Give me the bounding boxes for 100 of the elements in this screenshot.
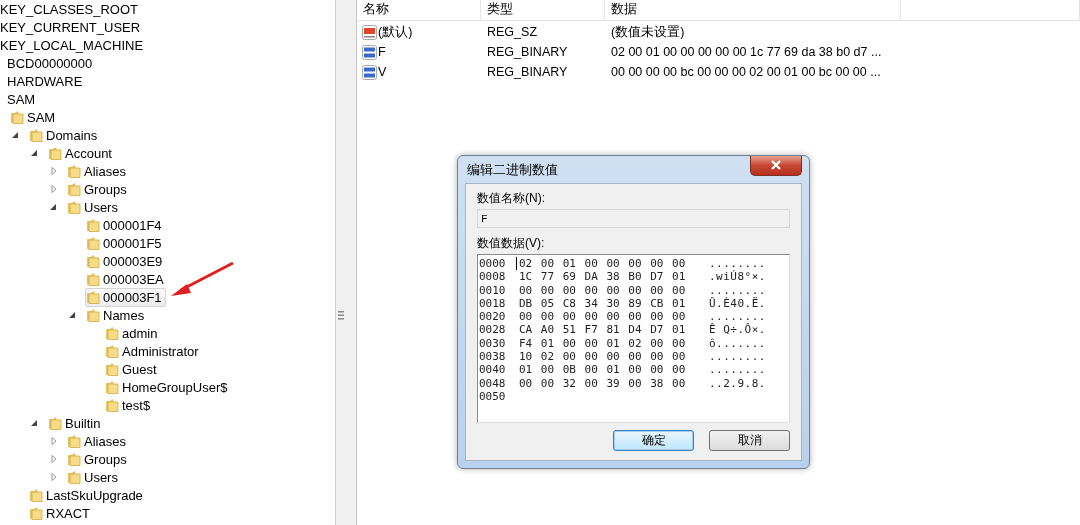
hex-ascii: ........ — [709, 257, 766, 270]
folder-icon — [86, 290, 100, 304]
hex-bytes: DB 05 C8 34 30 89 CB 01 — [519, 296, 687, 311]
tree-item[interactable]: 000003F1 — [85, 287, 166, 307]
hex-bytes: 01 00 0B 00 01 00 00 00 — [519, 363, 687, 377]
tree-item[interactable]: KEY_CLASSES_ROOT — [0, 1, 138, 17]
hex-address: 0020 — [479, 310, 507, 324]
hex-editor[interactable] — [477, 254, 790, 423]
value-name[interactable]: (默认) — [378, 23, 413, 41]
tree-item[interactable]: RXACT — [28, 503, 95, 523]
value-name[interactable]: F — [378, 45, 386, 59]
value-data: (数值未设置) — [610, 23, 686, 41]
hex-address: 0050 — [479, 389, 507, 404]
hex-ascii: ........ — [709, 283, 766, 297]
tree-item[interactable]: 000001F5 — [85, 233, 166, 253]
hex-ascii: ........ — [709, 310, 766, 324]
folder-icon — [105, 362, 119, 376]
folder-icon — [48, 416, 62, 430]
hex-ascii: Ê Q÷.Ô×. — [709, 323, 766, 337]
binary-value-icon — [362, 64, 377, 80]
tree-item[interactable]: 000003E9 — [85, 251, 167, 271]
cancel-button[interactable]: 取消 — [709, 430, 790, 451]
folder-icon — [105, 380, 119, 394]
close-button[interactable] — [750, 155, 802, 176]
tree-item[interactable]: SAM — [7, 91, 36, 107]
tree-item[interactable]: Administrator — [104, 341, 203, 361]
tree-item[interactable]: Groups — [66, 449, 131, 469]
hex-ascii: Û.È40.Ë. — [709, 296, 766, 311]
folder-icon — [67, 182, 81, 196]
ok-button[interactable]: 确定 — [613, 430, 694, 451]
tree-item[interactable]: Names — [85, 305, 149, 325]
value-type: REG_BINARY — [486, 65, 569, 79]
value-data: 00 00 00 00 bc 00 00 00 02 00 01 00 bc 00 00 ... — [610, 65, 882, 79]
tree-item[interactable]: KEY_LOCAL_MACHINE — [0, 37, 144, 53]
folder-icon — [67, 452, 81, 466]
folder-icon — [86, 254, 100, 268]
folder-icon — [67, 470, 81, 484]
tree-item[interactable]: Aliases — [66, 431, 130, 451]
folder-icon — [29, 506, 43, 520]
folder-icon — [105, 326, 119, 340]
tree-item[interactable]: Users — [66, 197, 122, 217]
tree-item[interactable]: LastSkuUpgrade — [28, 485, 147, 505]
hex-bytes: 00 00 32 00 39 00 38 00 — [519, 376, 687, 390]
tree-item[interactable]: BCD00000000 — [7, 55, 93, 71]
hex-bytes: 00 00 00 00 00 00 00 00 — [519, 283, 687, 297]
folder-icon — [67, 434, 81, 448]
hex-address: 0010 — [479, 283, 507, 297]
annotation-arrow — [171, 261, 234, 296]
value-type: REG_SZ — [486, 25, 538, 39]
hex-bytes: 02 00 01 00 00 00 00 00 — [519, 257, 709, 271]
hex-bytes: 10 02 00 00 00 00 00 00 — [519, 350, 687, 364]
column-header[interactable]: 名称 — [357, 0, 481, 20]
folder-icon — [86, 236, 100, 250]
field-label: 数值数据(V): — [477, 235, 546, 251]
close-icon — [770, 160, 782, 170]
tree-item[interactable]: Builtin — [47, 413, 105, 433]
hex-ascii: ........ — [709, 363, 766, 377]
tree-item[interactable]: Guest — [104, 359, 161, 379]
tree-item[interactable]: SAM — [9, 107, 60, 127]
tree-item[interactable]: 000003EA — [85, 269, 168, 289]
folder-icon — [105, 344, 119, 358]
hex-bytes: F4 01 00 00 01 02 00 00 — [519, 336, 687, 351]
tree-item[interactable]: test$ — [104, 395, 155, 415]
hex-bytes: 00 00 00 00 00 00 00 00 — [519, 310, 687, 324]
hex-bytes: 1C 77 69 DA 38 B0 D7 01 — [519, 270, 687, 284]
hex-address: 0038 — [479, 350, 507, 364]
tree-item[interactable]: Aliases — [66, 161, 130, 181]
value-name-field[interactable]: F — [477, 209, 790, 228]
hex-address: 0048 — [479, 376, 507, 390]
folder-icon — [29, 488, 43, 502]
folder-icon — [67, 164, 81, 178]
folder-icon — [10, 110, 24, 124]
hex-address: 0018 — [479, 296, 507, 311]
binary-value-icon — [362, 44, 377, 60]
hex-ascii: .wiÚ8°×. — [709, 270, 766, 284]
tree-item[interactable]: HomeGroupUser$ — [104, 377, 232, 397]
folder-icon — [86, 218, 100, 232]
hex-address: 0028 — [479, 323, 507, 337]
column-header[interactable]: 类型 — [481, 0, 605, 20]
hex-address: 0000 — [479, 257, 507, 271]
hex-ascii: ô....... — [709, 336, 766, 351]
splitter-grip-icon[interactable] — [338, 311, 344, 320]
tree-item[interactable]: 000001F4 — [85, 215, 166, 235]
hex-bytes: CA A0 51 F7 81 D4 D7 01 — [519, 323, 687, 337]
folder-icon — [29, 128, 43, 142]
tree-item[interactable]: Account — [47, 143, 116, 163]
dialog-title: 编辑二进制数值 — [467, 160, 558, 179]
tree-item[interactable]: Domains — [28, 125, 102, 145]
tree-item[interactable]: admin — [104, 323, 162, 343]
value-data: 02 00 01 00 00 00 00 00 1c 77 69 da 38 b0 d7 ... — [610, 45, 883, 59]
tree-item[interactable]: Users — [66, 467, 122, 487]
column-header[interactable]: 数据 — [605, 0, 901, 20]
value-name[interactable]: V — [378, 65, 387, 79]
tree-item[interactable]: HARDWARE — [7, 73, 83, 89]
folder-icon — [105, 398, 119, 412]
tree-item[interactable]: KEY_CURRENT_USER — [0, 19, 141, 35]
tree-item[interactable]: Groups — [66, 179, 131, 199]
hex-ascii: ........ — [709, 350, 766, 364]
string-value-icon — [362, 24, 377, 40]
hex-address: 0040 — [479, 363, 507, 377]
